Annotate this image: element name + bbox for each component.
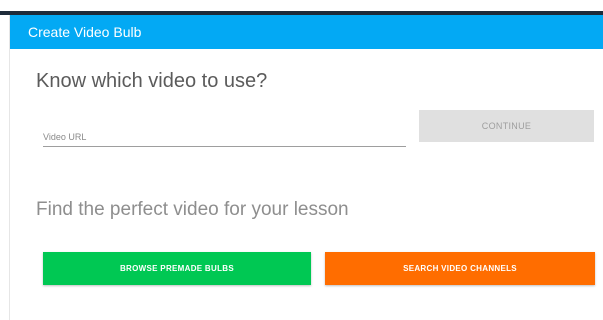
dialog-title: Create Video Bulb: [28, 24, 142, 40]
find-video-heading: Find the perfect video for your lesson: [36, 199, 349, 220]
video-url-field: [43, 121, 406, 147]
search-video-channels-button[interactable]: SEARCH VIDEO CHANNELS: [325, 252, 595, 285]
video-url-input[interactable]: [43, 121, 406, 146]
window-top-strip: [0, 0, 603, 15]
browse-premade-bulbs-button[interactable]: BROWSE PREMADE BULBS: [43, 252, 311, 285]
continue-button[interactable]: CONTINUE: [419, 110, 594, 142]
create-video-bulb-dialog: Create Video Bulb Know which video to us…: [9, 15, 603, 320]
known-video-heading: Know which video to use?: [36, 70, 268, 92]
dialog-header: Create Video Bulb: [10, 15, 603, 49]
